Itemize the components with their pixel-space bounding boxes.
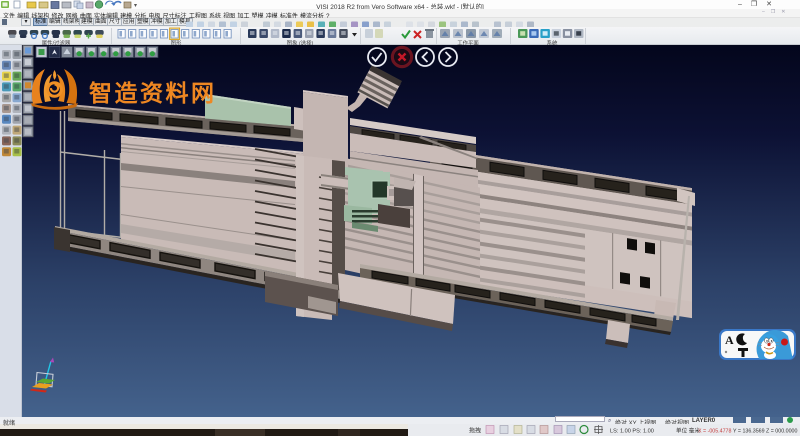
svg-text:拖拽: 拖拽 [469, 427, 481, 435]
svg-text:LS: 1.00 PS: 1.00: LS: 1.00 PS: 1.00 [610, 429, 654, 435]
svg-text:X = -005.4778: X = -005.4778 [698, 429, 731, 435]
svg-text:A: A [725, 333, 734, 347]
svg-text:单位 毫米: 单位 毫米 [676, 427, 700, 435]
svg-text:智造资料网: 智造资料网 [89, 80, 217, 106]
svg-text:Y = 136.3569 Z = 000.0000: Y = 136.3569 Z = 000.0000 [733, 429, 797, 435]
